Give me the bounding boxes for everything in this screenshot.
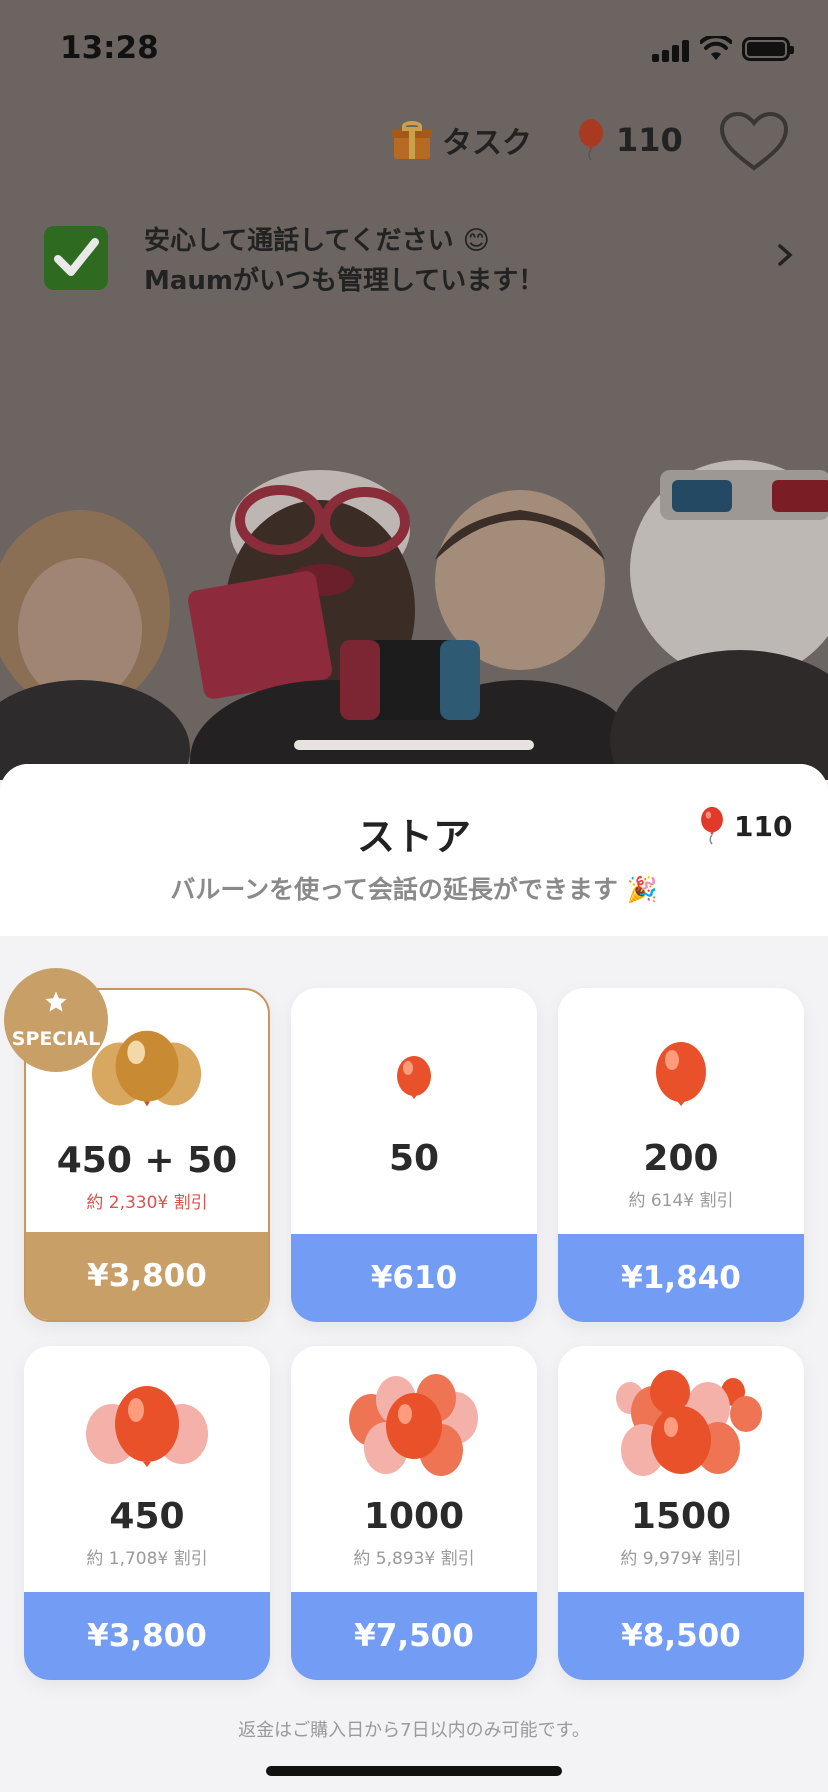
package-amount: 1500	[630, 1496, 732, 1537]
package-discount: 約 1,708¥ 割引	[86, 1549, 208, 1569]
wifi-icon	[700, 36, 732, 60]
package-card-200[interactable]: 200 約 614¥ 割引 ¥1,840	[558, 988, 804, 1322]
status-time: 13:28	[60, 30, 159, 66]
task-label: タスク	[442, 126, 532, 161]
balloon-cluster-icon	[349, 1374, 478, 1476]
notice-line-2: Maumがいつも管理しています！	[144, 266, 545, 296]
package-amount: 450	[109, 1496, 185, 1537]
store-balance: 110	[698, 806, 792, 846]
background-app-screen: 13:28 タスク 110 安心して通話してください 😊 Maumがいつも管理し…	[0, 0, 828, 780]
store-balance-text: 110	[734, 809, 793, 843]
package-price-button[interactable]: ¥3,800	[26, 1232, 268, 1320]
package-price-button[interactable]: ¥1,840	[558, 1234, 804, 1322]
package-price-button[interactable]: ¥8,500	[558, 1592, 804, 1680]
large-balloon-cluster-icon	[616, 1370, 762, 1476]
package-discount: 約 614¥ 割引	[628, 1191, 734, 1211]
cellular-signal-icon	[652, 40, 692, 62]
heart-icon[interactable]	[718, 110, 790, 174]
package-price-button[interactable]: ¥7,500	[291, 1592, 537, 1680]
balloon-balance-button[interactable]: 110	[576, 118, 683, 162]
package-amount: 450 + 50	[56, 1140, 238, 1181]
check-mark-icon	[44, 226, 108, 290]
special-badge-label: SPECIAL	[11, 1028, 101, 1050]
package-card-450[interactable]: 450 約 1,708¥ 割引 ¥3,800	[24, 1346, 270, 1680]
package-amount: 200	[643, 1138, 719, 1179]
single-small-balloon-icon	[397, 1056, 431, 1099]
battery-icon	[742, 37, 794, 61]
gift-icon	[392, 121, 432, 159]
store-bottom-sheet: ストア 110 バルーンを使って会話の延長ができます 🎉 450 + 50 約 …	[0, 764, 828, 1792]
package-price-button[interactable]: ¥610	[291, 1234, 537, 1322]
store-header: ストア 110 バルーンを使って会話の延長ができます 🎉	[0, 764, 828, 936]
package-card-50[interactable]: 50 ¥610	[291, 988, 537, 1322]
package-discount: 約 9,979¥ 割引	[620, 1549, 742, 1569]
home-indicator[interactable]	[266, 1766, 562, 1776]
package-discount: 約 5,893¥ 割引	[353, 1549, 475, 1569]
package-card-1500[interactable]: 1500 約 9,979¥ 割引 ¥8,500	[558, 1346, 804, 1680]
balloon-icon	[579, 119, 603, 161]
top-action-bar: タスク 110	[0, 110, 828, 180]
task-button[interactable]: タスク	[392, 118, 532, 162]
chevron-right-icon	[778, 244, 793, 266]
balloon-bunch-icon	[86, 1386, 208, 1467]
safety-notice-banner[interactable]: 安心して通話してください 😊 Maumがいつも管理しています！	[40, 212, 800, 296]
status-bar: 13:28	[0, 0, 828, 100]
package-discount: 約 2,330¥ 割引	[86, 1193, 208, 1213]
special-badge: SPECIAL	[4, 968, 108, 1072]
package-card-1000[interactable]: 1000 約 5,893¥ 割引 ¥7,500	[291, 1346, 537, 1680]
balloon-icon	[701, 806, 723, 845]
sheet-grabber-handle[interactable]	[294, 740, 534, 750]
single-balloon-icon	[656, 1042, 706, 1106]
star-icon	[45, 991, 67, 1012]
balloon-count-text: 110	[616, 121, 683, 159]
package-amount: 50	[388, 1138, 440, 1179]
store-subtitle: バルーンを使って会話の延長ができます 🎉	[170, 875, 658, 904]
package-price-button[interactable]: ¥3,800	[24, 1592, 270, 1680]
notice-line-1: 安心して通話してください 😊	[144, 226, 490, 256]
package-amount: 1000	[363, 1496, 465, 1537]
hero-characters-illustration	[0, 460, 828, 780]
refund-policy-note: 返金はご購入日から7日以内のみ可能です。	[238, 1720, 590, 1741]
